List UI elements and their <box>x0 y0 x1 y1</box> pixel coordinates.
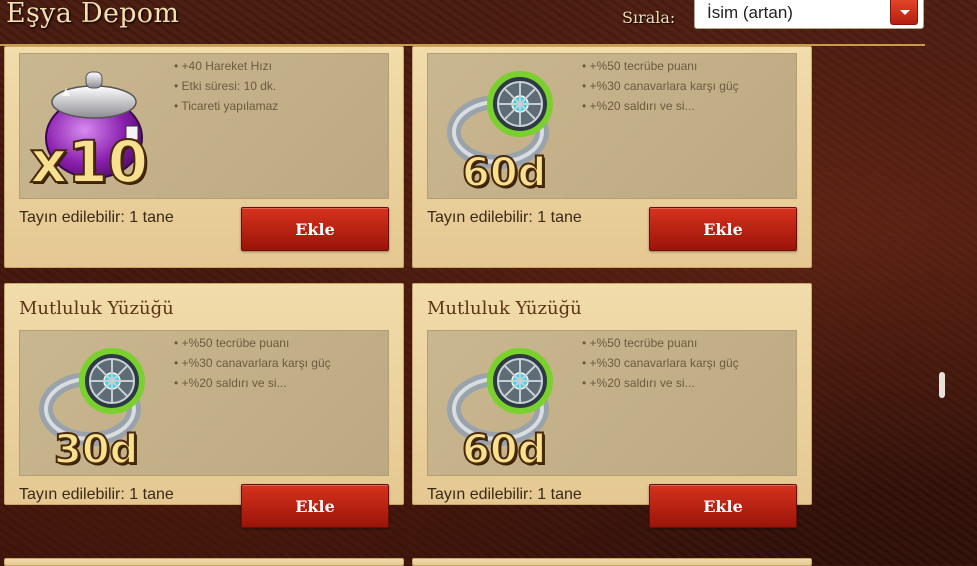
item-quantity: x10 <box>29 127 149 197</box>
ekle-button[interactable]: Ekle <box>649 484 797 528</box>
description-line: • +%30 canavarlara karşı güç <box>174 356 331 370</box>
item-card: x10 • +40 Hareket Hızı • Etki süresi: 10… <box>4 46 404 268</box>
ekle-button[interactable]: Ekle <box>241 484 389 528</box>
item-card: 60d • +%50 tecrübe puanı • +%30 canavarl… <box>412 46 812 268</box>
description-line: • +%30 canavarlara karşı güç <box>582 79 739 93</box>
item-panel: 60d • +%50 tecrübe puanı • +%30 canavarl… <box>427 330 797 476</box>
description-line: • +%20 saldırı ve si... <box>582 376 695 390</box>
item-panel: 30d • +%50 tecrübe puanı • +%30 canavarl… <box>19 330 389 476</box>
sort-dropdown[interactable]: İsim (artan) <box>694 0 924 29</box>
sort-label: Sırala: <box>622 8 676 27</box>
item-description: • +%50 tecrübe puanı • +%30 canavarlara … <box>582 56 782 116</box>
item-card: Mutluluk Yüzüğü 30d • +%50 tecrübe puanı… <box>4 283 404 528</box>
description-line: • +%20 saldırı ve si... <box>174 376 287 390</box>
description-line: • Etki süresi: 10 dk. <box>174 79 277 93</box>
available-count: Tayın edilebilir: 1 tane <box>19 209 174 226</box>
available-count: Tayın edilebilir: 1 tane <box>427 486 582 503</box>
ekle-button[interactable]: Ekle <box>241 207 389 251</box>
description-line: • +%30 canavarlara karşı güç <box>582 356 739 370</box>
item-quantity: 60d <box>461 149 547 197</box>
scrollbar-thumb[interactable] <box>939 372 945 398</box>
item-description: • +%50 tecrübe puanı • +%30 canavarlara … <box>582 333 782 393</box>
available-count: Tayın edilebilir: 1 tane <box>19 486 174 503</box>
description-line: • +40 Hareket Hızı <box>174 59 272 73</box>
description-line: • +%20 saldırı ve si... <box>582 99 695 113</box>
page-title: Eşya Depom <box>6 0 180 29</box>
item-title: Mutluluk Yüzüğü <box>19 298 174 319</box>
description-line: • +%50 tecrübe puanı <box>582 336 698 350</box>
description-line: • +%50 tecrübe puanı <box>582 59 698 73</box>
available-count: Tayın edilebilir: 1 tane <box>427 209 582 226</box>
item-description: • +40 Hareket Hızı • Etki süresi: 10 dk.… <box>174 56 374 116</box>
item-title: Mutluluk Yüzüğü <box>427 298 582 319</box>
item-quantity: 60d <box>461 426 547 474</box>
header: Eşya Depom Sırala: İsim (artan) <box>0 0 925 46</box>
ekle-button[interactable]: Ekle <box>649 207 797 251</box>
item-quantity: 30d <box>53 426 139 474</box>
chevron-down-icon[interactable] <box>890 0 918 25</box>
sort-value: İsim (artan) <box>707 3 793 22</box>
item-panel: x10 • +40 Hareket Hızı • Etki süresi: 10… <box>19 53 389 199</box>
description-line: • Ticareti yapılamaz <box>174 99 279 113</box>
description-line: • +%50 tecrübe puanı <box>174 336 290 350</box>
item-panel: 60d • +%50 tecrübe puanı • +%30 canavarl… <box>427 53 797 199</box>
item-description: • +%50 tecrübe puanı • +%30 canavarlara … <box>174 333 374 393</box>
item-card: Mutluluk Yüzüğü 60d • +%50 tecrübe puanı… <box>412 283 812 528</box>
